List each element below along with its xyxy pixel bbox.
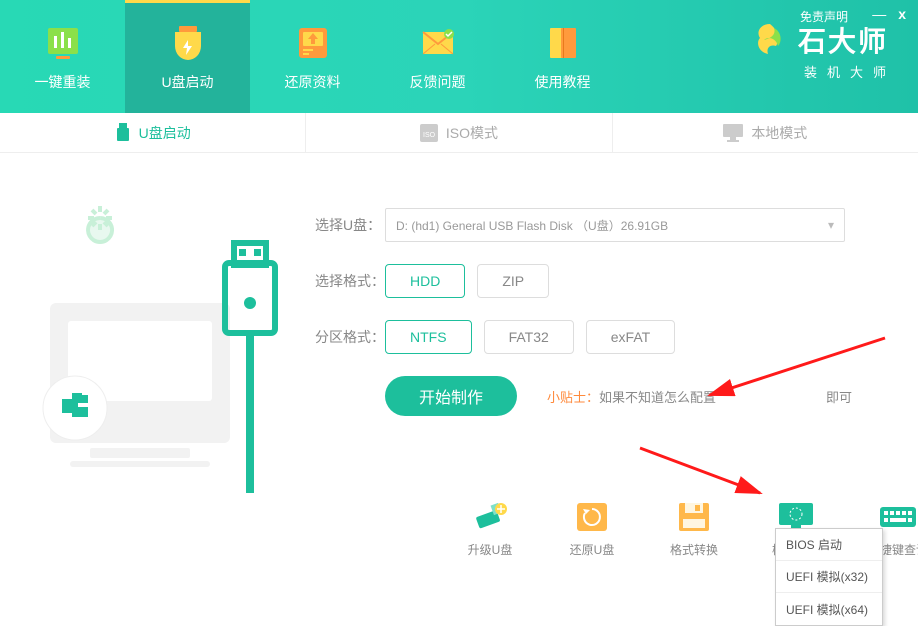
usb-label: 选择U盘： [315,215,385,235]
window-controls: — x [872,6,906,22]
tool-format-convert[interactable]: 格式转换 [659,499,729,558]
tip-text-suffix: 即可 [826,387,852,406]
format-hdd-button[interactable]: HDD [385,264,465,298]
annotation-arrow-2 [630,443,780,503]
nav-label: 使用教程 [535,72,591,92]
disclaimer-link[interactable]: 免责声明 [800,8,848,25]
logo-title: 石大师 [798,20,888,60]
disk-icon [673,499,715,535]
nav-tutorial[interactable]: 使用教程 [500,0,625,113]
nav-label: 一键重装 [35,72,91,92]
tool-label: 升级U盘 [468,541,513,558]
shield-icon [167,22,209,64]
monitor-icon [723,124,743,142]
format-zip-button[interactable]: ZIP [477,264,549,298]
popup-uefi-x64[interactable]: UEFI 模拟(x64) [776,593,882,625]
logo-icon [750,20,790,60]
tip-text: 如果不知道怎么配置 [599,387,716,406]
upload-icon [292,22,334,64]
iso-icon: ISO [420,124,438,142]
partition-ntfs-button[interactable]: NTFS [385,320,472,354]
nav-label: 反馈问题 [410,72,466,92]
close-button[interactable]: x [898,6,906,22]
usb-select-row: 选择U盘： D: (hd1) General USB Flash Disk （U… [315,208,875,242]
mail-icon [417,22,459,64]
chart-icon [42,22,84,64]
tool-upgrade-usb[interactable]: 升级U盘 [455,499,525,558]
content: 选择U盘： D: (hd1) General USB Flash Disk （U… [0,153,918,578]
nav-usb-boot[interactable]: U盘启动 [125,0,250,113]
tool-label: 还原U盘 [570,541,615,558]
tab-iso[interactable]: ISO ISO模式 [306,113,612,152]
nav-reinstall[interactable]: 一键重装 [0,0,125,113]
header: 免责声明 — x 一键重装 U盘启动 还原资料 反馈问题 [0,0,918,113]
tab-label: U盘启动 [139,123,191,143]
usb-icon [115,123,131,143]
simulate-boot-popup: BIOS 启动 UEFI 模拟(x32) UEFI 模拟(x64) [775,528,883,626]
tab-label: ISO模式 [446,123,498,143]
tab-label: 本地模式 [751,123,807,143]
usb-illustration [30,183,290,503]
restore-icon [571,499,613,535]
usb-select[interactable]: D: (hd1) General USB Flash Disk （U盘）26.9… [385,208,845,242]
partition-fat32-button[interactable]: FAT32 [484,320,574,354]
logo-subtitle: 装机大师 [750,62,896,81]
popup-uefi-x32[interactable]: UEFI 模拟(x32) [776,561,882,593]
nav-restore[interactable]: 还原资料 [250,0,375,113]
nav: 一键重装 U盘启动 还原资料 反馈问题 使用教程 [0,0,625,113]
tab-usb-boot[interactable]: U盘启动 [0,113,306,152]
nav-label: U盘启动 [161,72,213,92]
tip-label: 小贴士： [547,387,599,406]
partition-row: 分区格式： NTFS FAT32 exFAT [315,320,875,354]
chevron-down-icon: ▾ [828,218,834,232]
minimize-button[interactable]: — [872,6,886,22]
tool-label: 格式转换 [670,541,718,558]
book-icon [542,22,584,64]
partition-exfat-button[interactable]: exFAT [586,320,675,354]
partition-label: 分区格式： [315,327,385,347]
action-row: 开始制作 小贴士： 如果不知道怎么配置 即可 [385,376,875,416]
start-button[interactable]: 开始制作 [385,376,517,416]
svg-text:ISO: ISO [423,132,436,139]
tool-restore-usb[interactable]: 还原U盘 [557,499,627,558]
usb-select-value: D: (hd1) General USB Flash Disk （U盘）26.9… [396,217,668,234]
format-label: 选择格式： [315,271,385,291]
popup-bios-boot[interactable]: BIOS 启动 [776,529,882,561]
format-row: 选择格式： HDD ZIP [315,264,875,298]
tab-local[interactable]: 本地模式 [613,113,918,152]
form: 选择U盘： D: (hd1) General USB Flash Disk （U… [315,208,875,416]
keyboard-icon [877,499,918,535]
nav-feedback[interactable]: 反馈问题 [375,0,500,113]
mode-tabs: U盘启动 ISO ISO模式 本地模式 [0,113,918,153]
usb-upgrade-icon [469,499,511,535]
nav-label: 还原资料 [285,72,341,92]
